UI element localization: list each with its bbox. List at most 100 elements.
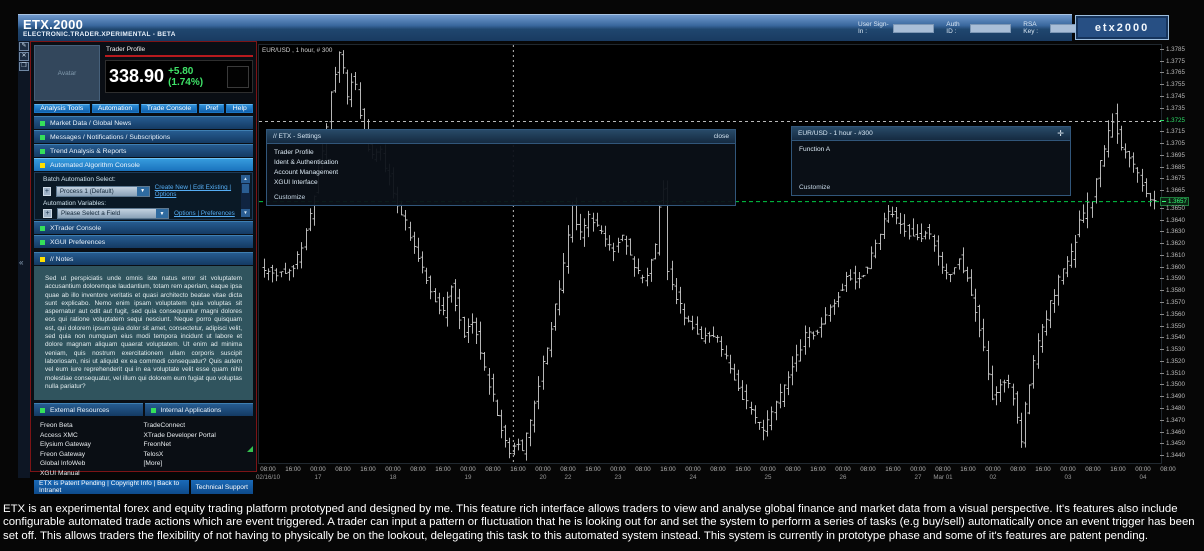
x-axis-tick: 00:0020 <box>535 466 550 481</box>
tab-automation[interactable]: Automation <box>92 104 139 113</box>
trader-profile-label: Trader Profile <box>105 45 253 57</box>
variables-links[interactable]: Options | Preferences <box>174 210 235 217</box>
list-item[interactable]: TradeConnect <box>144 421 248 431</box>
function-panel: EUR/USD - 1 hour - #300 ✛ Function A Cus… <box>791 126 1071 196</box>
scroll-down-icon[interactable]: ▼ <box>241 209 250 217</box>
x-axis-tick: 16:00 <box>1110 466 1125 473</box>
variables-select[interactable]: Please Select a Field ▼ <box>57 208 169 219</box>
menu-item-messages-notifications-subscriptions[interactable]: Messages / Notifications / Subscriptions <box>34 130 253 143</box>
account-ticker: 338.90 +5.80 (1.74%) <box>105 60 253 93</box>
scroll-up-icon[interactable]: ▲ <box>241 175 250 183</box>
sidebar-footer: ETX is Patent Pending | Copyright Info |… <box>34 480 253 494</box>
x-axis-tick: 00:0019 <box>460 466 475 481</box>
internal-applications-header[interactable]: Internal Applications <box>145 403 254 416</box>
x-axis-tick: 16:00 <box>810 466 825 473</box>
etx-settings-panel: // ETX - Settings close Trader ProfileId… <box>266 129 736 206</box>
app-header: ETX.2000 ELECTRONIC.TRADER.XPERIMENTAL -… <box>18 14 1072 41</box>
close-icon[interactable]: ✕ <box>19 52 29 61</box>
status-bullet-icon <box>40 257 45 262</box>
notes-header-label: // Notes <box>50 256 73 263</box>
list-item[interactable]: FreonNet <box>144 440 248 450</box>
list-item[interactable]: XGUI Manual <box>40 469 144 479</box>
batch-select-value: Process 1 (Default) <box>57 188 137 195</box>
batch-links[interactable]: Create New | Edit Existing | Options <box>155 184 238 198</box>
list-item[interactable]: [More] <box>144 459 248 469</box>
auth-id-input[interactable] <box>970 24 1011 33</box>
batch-select[interactable]: Process 1 (Default) ▼ <box>56 186 150 197</box>
technical-support-link[interactable]: Technical Support <box>191 480 253 494</box>
trader-profile-section: Avatar Trader Profile 338.90 +5.80 (1.74… <box>34 45 253 101</box>
edit-icon[interactable]: ✎ <box>19 42 29 51</box>
resize-handle[interactable] <box>247 446 253 452</box>
list-item[interactable]: XTrade Developer Portal <box>144 431 248 441</box>
y-axis-tick: 1.3540 <box>1160 334 1185 341</box>
list-item[interactable]: Elysium Gateway <box>40 440 144 450</box>
menu-item-trend-analysis-reports[interactable]: Trend Analysis & Reports <box>34 144 253 157</box>
move-icon[interactable]: ✛ <box>1057 129 1064 138</box>
tab-pref[interactable]: Pref <box>199 104 224 113</box>
menu-top: Market Data / Global News Messages / Noti… <box>34 116 253 158</box>
list-item[interactable]: Freon Beta <box>40 421 144 431</box>
menu-item-automated-algorithm-console[interactable]: Automated Algorithm Console <box>34 158 253 171</box>
menu-item-xgui-preferences[interactable]: XGUI Preferences <box>34 235 253 248</box>
x-axis-tick: 00:0025 <box>760 466 775 481</box>
price-chart[interactable]: EUR/USD , 1 hour, # 300 // ETX - Setting… <box>258 44 1162 464</box>
x-axis-tick: 08:0022 <box>560 466 575 481</box>
x-axis-tick: 08:00 <box>485 466 500 473</box>
console-scrollbar[interactable]: ▲ ▼ <box>241 175 250 217</box>
window-icon[interactable]: ❐ <box>19 62 29 71</box>
x-axis-tick: 08:00 <box>860 466 875 473</box>
y-axis-tick: 1.3480 <box>1160 405 1185 412</box>
user-signin-input[interactable] <box>893 24 934 33</box>
customize-link[interactable]: Customize <box>274 194 305 201</box>
close-button[interactable]: close <box>714 133 729 140</box>
x-axis-tick: 00:0026 <box>835 466 850 481</box>
y-axis-tick: 1.3725 <box>1160 117 1185 124</box>
settings-menu-item[interactable]: Ident & Authentication <box>274 158 728 168</box>
y-axis-tick: 1.3490 <box>1160 393 1185 400</box>
chart-canvas[interactable] <box>259 45 1161 463</box>
footer-links[interactable]: ETX is Patent Pending | Copyright Info |… <box>34 480 189 494</box>
external-resources-header[interactable]: External Resources <box>34 403 143 416</box>
tab-help[interactable]: Help <box>226 104 253 113</box>
batch-add-button[interactable]: + <box>43 187 51 196</box>
x-axis-tick: 08:00 <box>785 466 800 473</box>
menu-item-label: Messages / Notifications / Subscriptions <box>50 134 170 141</box>
tab-analysis-tools[interactable]: Analysis Tools <box>34 104 90 113</box>
list-item[interactable]: Freon Gateway <box>40 450 144 460</box>
list-item[interactable]: TelosX <box>144 450 248 460</box>
status-bullet-icon <box>40 240 45 245</box>
x-axis-tick: 08:00 <box>1085 466 1100 473</box>
x-axis-tick: 16:00 <box>960 466 975 473</box>
scroll-thumb[interactable] <box>242 184 249 193</box>
etx-settings-panel-header[interactable]: // ETX - Settings close <box>267 130 735 144</box>
status-bullet-icon <box>40 149 45 154</box>
menu-item-label: XGUI Preferences <box>50 239 105 246</box>
function-item[interactable]: Function A <box>799 145 1063 155</box>
user-signin-label: User Sign-In : <box>858 21 889 35</box>
avatar[interactable]: Avatar <box>34 45 100 101</box>
customize-link[interactable]: Customize <box>799 184 830 191</box>
y-axis-tick: 1.3755 <box>1160 81 1185 88</box>
collapse-sidebar-button[interactable]: « <box>19 258 23 267</box>
app-subtitle: ELECTRONIC.TRADER.XPERIMENTAL - BETA <box>23 31 176 38</box>
menu-item-xtrader-console[interactable]: XTrader Console <box>34 221 253 234</box>
function-panel-header[interactable]: EUR/USD - 1 hour - #300 ✛ <box>792 127 1070 141</box>
y-axis-tick: 1.3590 <box>1160 275 1185 282</box>
settings-menu-item[interactable]: Trader Profile <box>274 148 728 158</box>
menu-item-label: Trend Analysis & Reports <box>50 148 126 155</box>
status-bullet-icon <box>40 226 45 231</box>
list-item[interactable]: Global InfoWeb <box>40 459 144 469</box>
menu-item-market-data-global-news[interactable]: Market Data / Global News <box>34 116 253 129</box>
list-item[interactable]: Access XMC <box>40 431 144 441</box>
y-axis-tick: 1.3735 <box>1160 105 1185 112</box>
notes-header[interactable]: // Notes <box>34 252 253 265</box>
ticker-logo-swatch <box>227 66 249 88</box>
status-bullet-icon <box>40 163 45 168</box>
y-axis-tick: 1.3530 <box>1160 346 1185 353</box>
settings-menu-item[interactable]: XGUI Interface <box>274 178 728 188</box>
tab-trade-console[interactable]: Trade Console <box>141 104 198 113</box>
x-axis-tick: 08:00 <box>1010 466 1025 473</box>
variables-add-button[interactable]: + <box>43 209 52 218</box>
settings-menu-item[interactable]: Account Management <box>274 168 728 178</box>
